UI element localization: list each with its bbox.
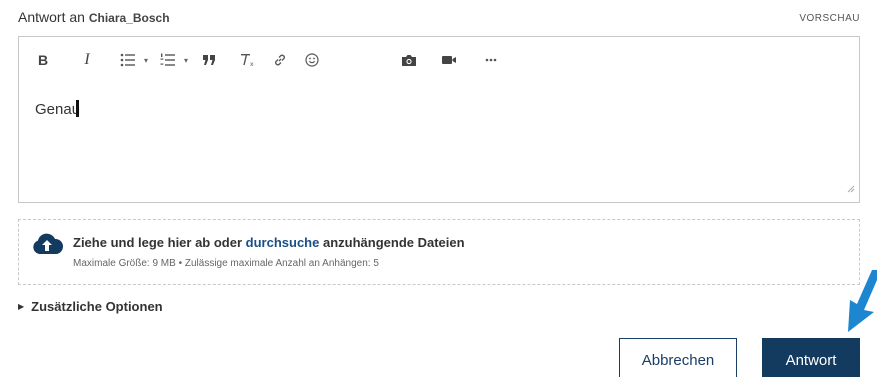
bold-button[interactable]: B [35, 49, 51, 71]
expand-triangle-icon: ▶ [18, 302, 25, 311]
rich-text-editor[interactable]: B I ▾ ▾ x Genau [18, 36, 860, 203]
reply-header: Antwort an Chiara_Bosch VORSCHAU [18, 9, 860, 29]
bulleted-list-button[interactable] [117, 49, 139, 71]
reply-title: Antwort an Chiara_Bosch [18, 9, 170, 25]
bulleted-list-icon [120, 53, 135, 67]
editor-text: Genau [35, 101, 81, 118]
video-camera-icon [442, 56, 456, 64]
bulleted-list-dropdown[interactable]: ▾ [140, 49, 152, 71]
numbered-list-dropdown[interactable]: ▾ [180, 49, 192, 71]
italic-button[interactable]: I [79, 49, 95, 71]
resize-handle[interactable] [847, 180, 855, 198]
more-options-button[interactable] [481, 49, 501, 71]
file-dropzone[interactable]: Ziehe und lege hier ab oder durchsuche a… [18, 219, 860, 285]
additional-options-label: Zusätzliche Optionen [31, 299, 163, 314]
camera-icon [402, 54, 416, 66]
numbered-list-button[interactable] [157, 49, 179, 71]
cancel-button[interactable]: Abbrechen [619, 338, 737, 377]
cloud-upload-icon [31, 232, 64, 261]
clear-formatting-icon: x [241, 54, 254, 67]
dropzone-text-after: anzuhängende Dateien [322, 235, 465, 250]
emoji-button[interactable] [302, 49, 322, 71]
reply-submit-button[interactable]: Antwort [762, 338, 860, 377]
preview-toggle[interactable]: VORSCHAU [799, 13, 860, 24]
link-button[interactable] [270, 49, 290, 71]
dropzone-limits: Maximale Größe: 9 MB • Zulässige maximal… [73, 258, 379, 269]
additional-options-toggle[interactable]: ▶ Zusätzliche Optionen [18, 299, 163, 314]
dropzone-text-before: Ziehe und lege hier ab oder [73, 235, 243, 250]
text-cursor [76, 100, 80, 117]
editor-content[interactable]: Genau [35, 100, 80, 118]
reply-recipient: Chiara_Bosch [88, 11, 170, 25]
editor-toolbar: B I ▾ ▾ x [19, 37, 859, 81]
numbered-list-icon [160, 53, 175, 66]
dropzone-instructions: Ziehe und lege hier ab oder durchsuche a… [73, 235, 465, 250]
browse-files-link[interactable]: durchsuche [246, 235, 320, 250]
ellipsis-icon [485, 58, 497, 62]
photo-button[interactable] [399, 49, 419, 71]
quote-icon [203, 55, 215, 65]
quote-button[interactable] [199, 49, 219, 71]
clear-formatting-button[interactable]: x [238, 49, 258, 71]
video-button[interactable] [439, 49, 459, 71]
reply-title-prefix: Antwort an [18, 9, 85, 25]
emoji-icon [305, 53, 319, 67]
resize-grip-icon [847, 185, 855, 193]
svg-text:x: x [250, 61, 254, 67]
link-icon [275, 54, 285, 66]
pointer-arrow-icon [842, 270, 877, 337]
